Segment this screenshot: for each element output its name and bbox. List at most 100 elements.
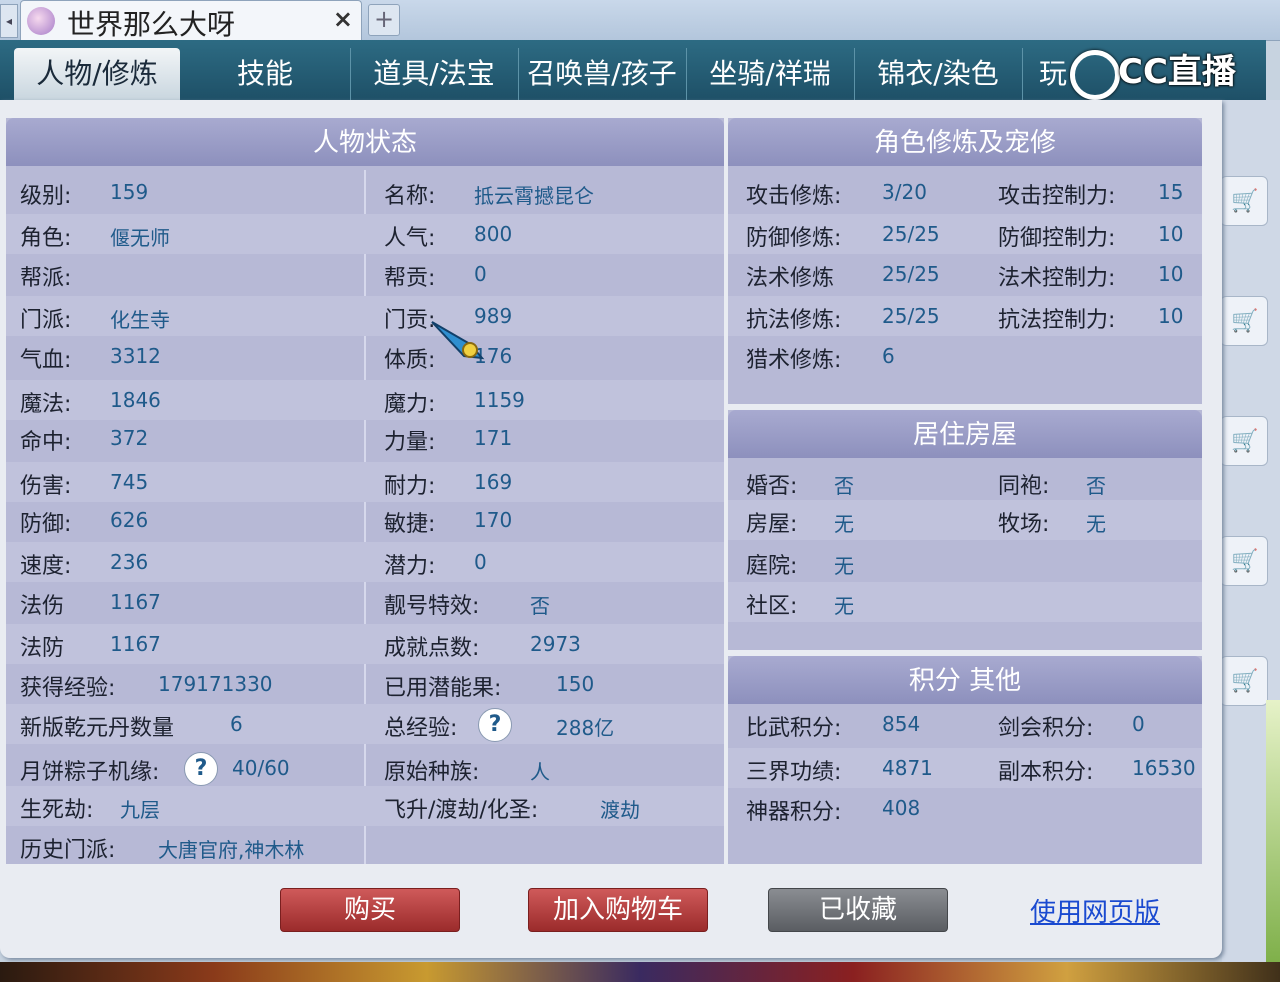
status-label: 耐力:	[384, 474, 436, 499]
status-value: 1167	[110, 590, 161, 614]
status-value: 626	[110, 508, 149, 532]
cultivation-label: 抗法控制力:	[998, 308, 1116, 333]
housing-row-band	[728, 582, 1202, 622]
tab-mounts[interactable]: 坐骑/祥瑞	[686, 48, 853, 100]
status-label: 靓号特效:	[384, 594, 480, 619]
favorited-button[interactable]: 已收藏	[768, 888, 948, 932]
cultivation-value: 10	[1158, 304, 1184, 328]
status-value: 159	[110, 180, 149, 204]
status-label: 命中:	[20, 430, 72, 455]
status-label: 名称:	[384, 184, 436, 209]
status-label: 气血:	[20, 348, 72, 373]
status-value: 1159	[474, 388, 525, 412]
housing-row-band	[728, 500, 1202, 540]
help-icon[interactable]: ?	[478, 708, 512, 742]
close-icon[interactable]: ×	[333, 5, 353, 33]
status-label: 魔法:	[20, 392, 72, 417]
cultivation-label: 法术修炼	[746, 266, 835, 291]
status-label: 伤害:	[20, 474, 72, 499]
status-value: 人	[530, 760, 550, 784]
status-value: 372	[110, 426, 149, 450]
status-label: 速度:	[20, 554, 72, 579]
housing-label: 同袍:	[998, 474, 1050, 499]
cart-icon[interactable]: 🛒	[1220, 656, 1268, 706]
points-label: 三界功绩:	[746, 760, 842, 785]
browser-tab-strip: ◂ 世界那么大呀 × +	[0, 0, 1280, 41]
browser-tab[interactable]: 世界那么大呀 ×	[20, 0, 362, 41]
status-label: 力量:	[384, 430, 436, 455]
status-label: 生死劫:	[20, 798, 94, 823]
cultivation-label: 防御控制力:	[998, 226, 1116, 251]
add-cart-button[interactable]: 加入购物车	[528, 888, 708, 932]
status-label: 帮贡:	[384, 266, 436, 291]
status-value: 大唐官府,神木林	[158, 838, 305, 862]
housing-title: 居住房屋	[728, 410, 1202, 458]
status-value: 偃无师	[110, 226, 170, 250]
housing-value: 无	[834, 512, 854, 536]
status-label: 已用潜能果:	[384, 676, 502, 701]
cultivation-label: 攻击修炼:	[746, 184, 842, 209]
cultivation-value: 10	[1158, 262, 1184, 286]
status-label: 总经验:	[384, 716, 458, 741]
housing-label: 庭院:	[746, 554, 798, 579]
housing-label: 婚否:	[746, 474, 798, 499]
status-value: 745	[110, 470, 149, 494]
cultivation-value: 3/20	[882, 180, 927, 204]
favicon-icon	[27, 7, 55, 35]
status-value: 3312	[110, 344, 161, 368]
status-value: 抵云霄撼昆仑	[474, 184, 594, 208]
cultivation-value: 6	[882, 344, 895, 368]
game-taskbar-strip	[0, 962, 1280, 982]
housing-value: 否	[1086, 474, 1106, 498]
housing-value: 否	[834, 474, 854, 498]
cultivation-value: 25/25	[882, 222, 940, 246]
tab-items[interactable]: 道具/法宝	[350, 48, 517, 100]
points-value: 0	[1132, 712, 1145, 736]
status-label: 人气:	[384, 226, 436, 251]
cultivation-value: 15	[1158, 180, 1184, 204]
housing-label: 社区:	[746, 594, 798, 619]
cultivation-label: 防御修炼:	[746, 226, 842, 251]
status-value: 0	[474, 550, 487, 574]
watermark-logo-icon	[1070, 50, 1120, 100]
status-value: 2973	[530, 632, 581, 656]
cultivation-label: 猎术修炼:	[746, 348, 842, 373]
tab-outfits[interactable]: 锦衣/染色	[854, 48, 1021, 100]
column-divider	[364, 170, 366, 864]
points-label: 比武积分:	[746, 716, 842, 741]
watermark: CC直播	[1118, 52, 1236, 92]
housing-label: 房屋:	[746, 512, 798, 537]
status-value: 171	[474, 426, 513, 450]
cart-icon[interactable]: 🛒	[1220, 296, 1268, 346]
status-label: 角色:	[20, 226, 72, 251]
status-value: 渡劫	[600, 798, 640, 822]
status-value: 40/60	[232, 756, 290, 780]
tab-skills[interactable]: 技能	[182, 48, 348, 100]
status-label: 潜力:	[384, 554, 436, 579]
browser-tab-title: 世界那么大呀	[67, 8, 236, 41]
status-label: 魔力:	[384, 392, 436, 417]
status-value: 6	[230, 712, 243, 736]
cultivation-label: 攻击控制力:	[998, 184, 1116, 209]
points-title: 积分 其他	[728, 656, 1202, 704]
cart-icon[interactable]: 🛒	[1220, 176, 1268, 226]
new-tab-button[interactable]: +	[368, 4, 400, 36]
status-value: 236	[110, 550, 149, 574]
status-value: 化生寺	[110, 308, 170, 332]
status-label: 法防	[20, 636, 65, 661]
cart-icon[interactable]: 🛒	[1220, 416, 1268, 466]
tab-character[interactable]: 人物/修炼	[14, 48, 180, 100]
status-label: 门贡:	[384, 308, 436, 333]
points-value: 16530	[1132, 756, 1196, 780]
cart-icon[interactable]: 🛒	[1220, 536, 1268, 586]
tab-pets[interactable]: 召唤兽/孩子	[518, 48, 685, 100]
web-version-link[interactable]: 使用网页版	[1030, 892, 1160, 929]
status-label: 敏捷:	[384, 512, 436, 537]
status-value: 170	[474, 508, 513, 532]
buy-button[interactable]: 购买	[280, 888, 460, 932]
points-label: 剑会积分:	[998, 716, 1094, 741]
tab-scroll-left-button[interactable]: ◂	[0, 4, 18, 38]
help-icon[interactable]: ?	[184, 752, 218, 786]
status-label: 门派:	[20, 308, 72, 333]
status-label: 帮派:	[20, 266, 72, 291]
